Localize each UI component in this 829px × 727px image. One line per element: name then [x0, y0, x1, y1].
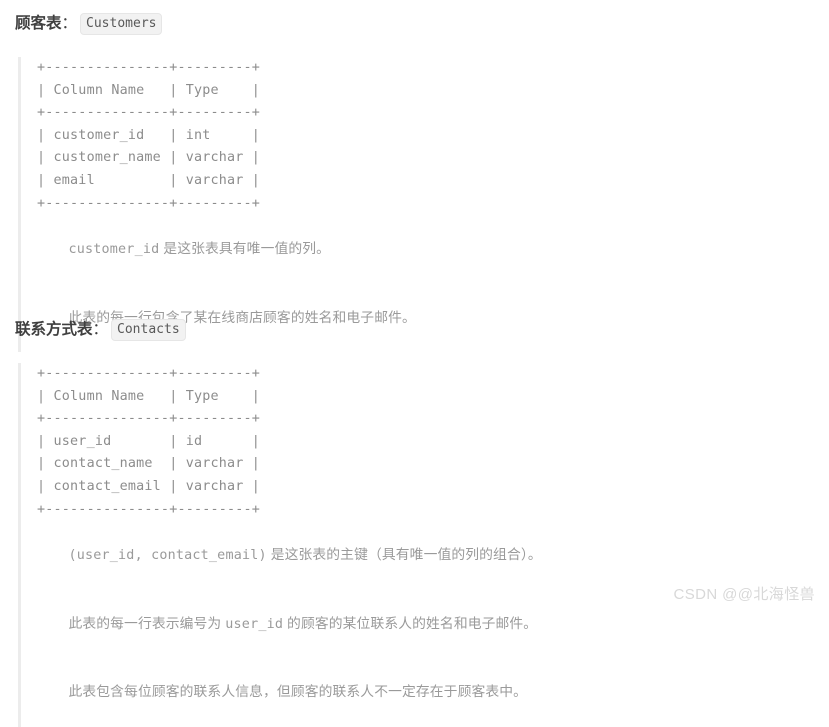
ascii-table-customers: +---------------+---------+ | Column Nam…: [37, 60, 261, 211]
quote-block-contacts: +---------------+---------+ | Column Nam…: [18, 363, 829, 727]
description-line: 此表包含每位顾客的联系人信息，但顾客的联系人不一定存在于顾客表中。: [37, 659, 829, 727]
section-title-label: 联系方式表: [15, 321, 93, 338]
table-name-badge-contacts: Contacts: [111, 319, 186, 341]
csdn-watermark: CSDN @@北海怪兽: [673, 586, 815, 603]
section-contacts: 联系方式表： Contacts +---------------+--------…: [0, 306, 829, 727]
section-title-separator: ：: [61, 15, 78, 32]
description-code-fragment: user_id: [225, 616, 284, 632]
table-name-badge-customers: Customers: [80, 13, 163, 35]
description-text-fragment: 是这张表具有唯一值的列。: [159, 240, 331, 256]
ascii-table-contacts: +---------------+---------+ | Column Nam…: [37, 366, 261, 517]
section-customers: 顾客表： Customers +---------------+---------…: [0, 0, 829, 352]
description-line: customer_id 是这张表具有唯一值的列。: [37, 215, 829, 284]
section-title-separator: ：: [92, 321, 109, 338]
description-text-fragment: 此表包含每位顾客的联系人信息，但顾客的联系人不一定存在于顾客表中。: [68, 684, 528, 700]
section-title-contacts: 联系方式表： Contacts: [0, 306, 829, 341]
section-title-customers: 顾客表： Customers: [0, 0, 829, 35]
description-code-fragment: customer_id: [68, 241, 160, 257]
description-text-fragment: 的顾客的某位联系人的姓名和电子邮件。: [283, 615, 538, 631]
document-page: 顾客表： Customers +---------------+---------…: [0, 0, 829, 727]
description-line: (user_id, contact_email) 是这张表的主键（具有唯一值的列…: [37, 521, 829, 590]
description-code-fragment: (user_id, contact_email): [68, 547, 267, 563]
description-text-fragment: 此表的每一行表示编号为: [68, 615, 226, 631]
description-text-fragment: 是这张表的主键（具有唯一值的列的组合）。: [266, 546, 542, 562]
section-title-label: 顾客表: [15, 15, 62, 32]
